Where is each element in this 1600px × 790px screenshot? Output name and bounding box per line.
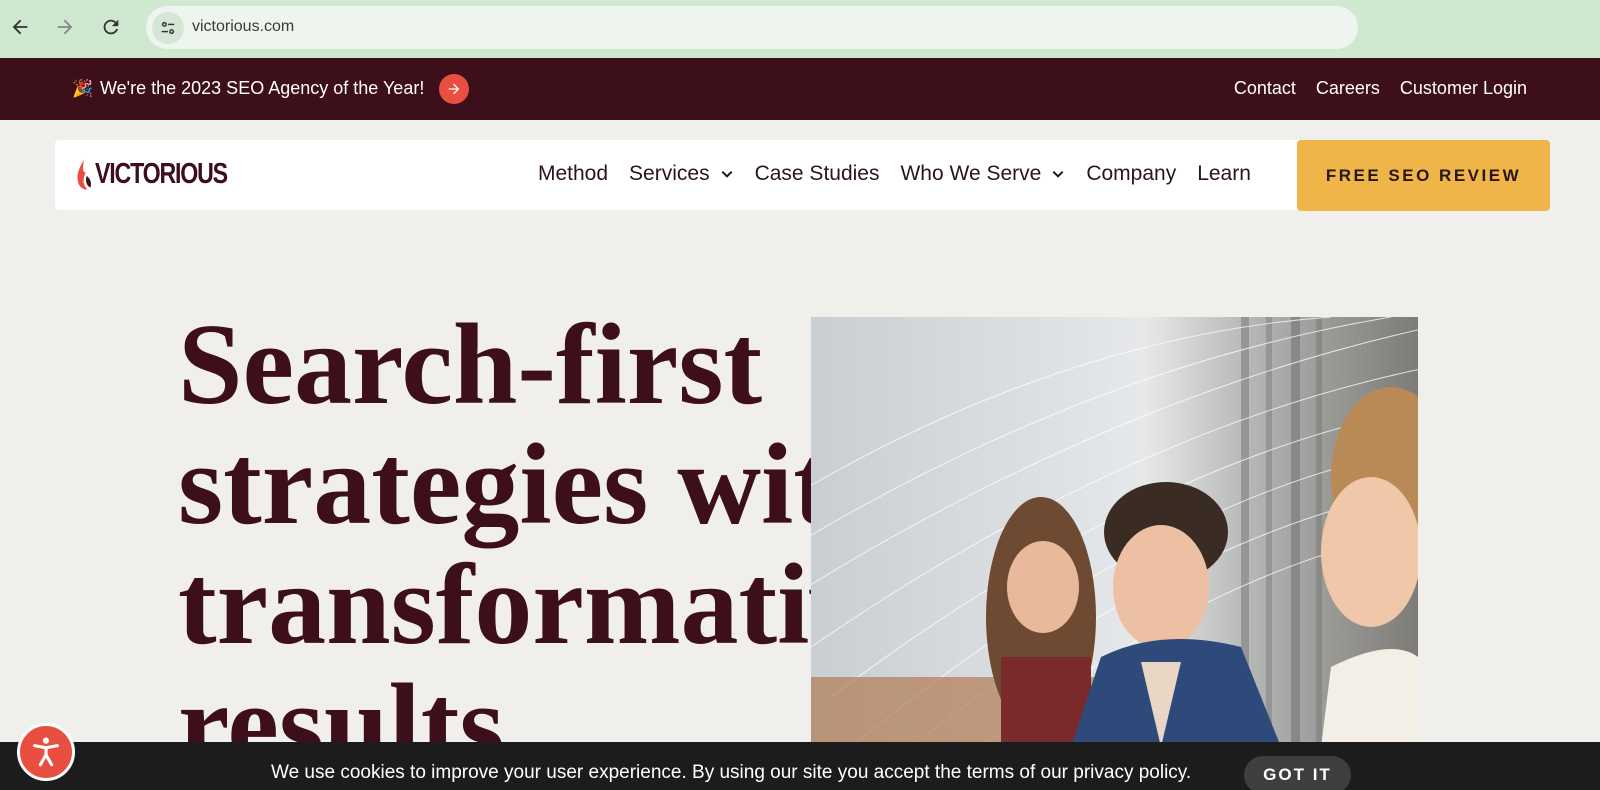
got-it-button[interactable]: GOT IT [1244,756,1351,790]
back-arrow-icon[interactable] [6,13,34,41]
url-text: victorious.com [192,18,295,35]
hero-title-line: transformative [178,541,919,669]
free-seo-review-button[interactable]: FREE SEO REVIEW [1297,140,1550,211]
reload-icon[interactable] [97,13,125,41]
nav-item-label: Services [629,162,710,185]
accessibility-icon[interactable] [17,723,75,781]
nav-item-who-we-serve[interactable]: Who We Serve [900,162,1065,186]
logo-wordmark: VICTORIOUS [95,158,228,190]
logo[interactable]: VICTORIOUS [75,158,260,191]
hero-title: Search-first strategies with transformat… [178,305,919,785]
contact-link[interactable]: Contact [1234,78,1296,99]
careers-link[interactable]: Careers [1316,78,1380,99]
nav-item-label: Method [538,162,609,185]
nav-menu: Method Services Case Studies Who We Serv… [538,162,1272,186]
nav-item-method[interactable]: Method [538,162,608,186]
nav-item-company[interactable]: Company [1086,162,1176,186]
nav-item-label: Case Studies [754,162,880,185]
arrow-right-icon[interactable] [439,74,469,104]
nav-item-services[interactable]: Services [629,162,734,186]
chevron-down-icon [721,170,732,178]
cookie-message: We use cookies to improve your user expe… [271,762,1192,783]
hero-photo [811,317,1418,747]
chevron-down-icon [1052,170,1064,178]
forward-arrow-icon[interactable] [51,13,79,41]
nav-item-label: Who We Serve [900,162,1042,185]
address-bar[interactable]: victorious.com [146,6,1358,49]
party-popper-icon: 🎉 [72,79,94,98]
announcement-bar: 🎉 We're the 2023 SEO Agency of the Year!… [0,58,1600,120]
nav-item-case-studies[interactable]: Case Studies [755,162,880,186]
site-info-icon[interactable] [152,12,184,44]
flame-logo-icon [77,159,92,190]
cookie-banner: We use cookies to improve your user expe… [0,742,1600,790]
utility-links: Contact Careers Customer Login [1234,78,1527,99]
announcement-text[interactable]: We're the 2023 SEO Agency of the Year! [100,78,424,99]
hero-title-line: strategies with [178,421,897,549]
nav-item-learn[interactable]: Learn [1197,162,1251,186]
nav-item-label: Learn [1197,162,1251,185]
main-navigation: VICTORIOUS Method Services Case Studies … [55,140,1550,211]
browser-toolbar: victorious.com [0,0,1600,58]
nav-item-label: Company [1086,162,1177,185]
hero-title-line: Search-first [178,301,763,429]
customer-login-link[interactable]: Customer Login [1400,78,1527,99]
